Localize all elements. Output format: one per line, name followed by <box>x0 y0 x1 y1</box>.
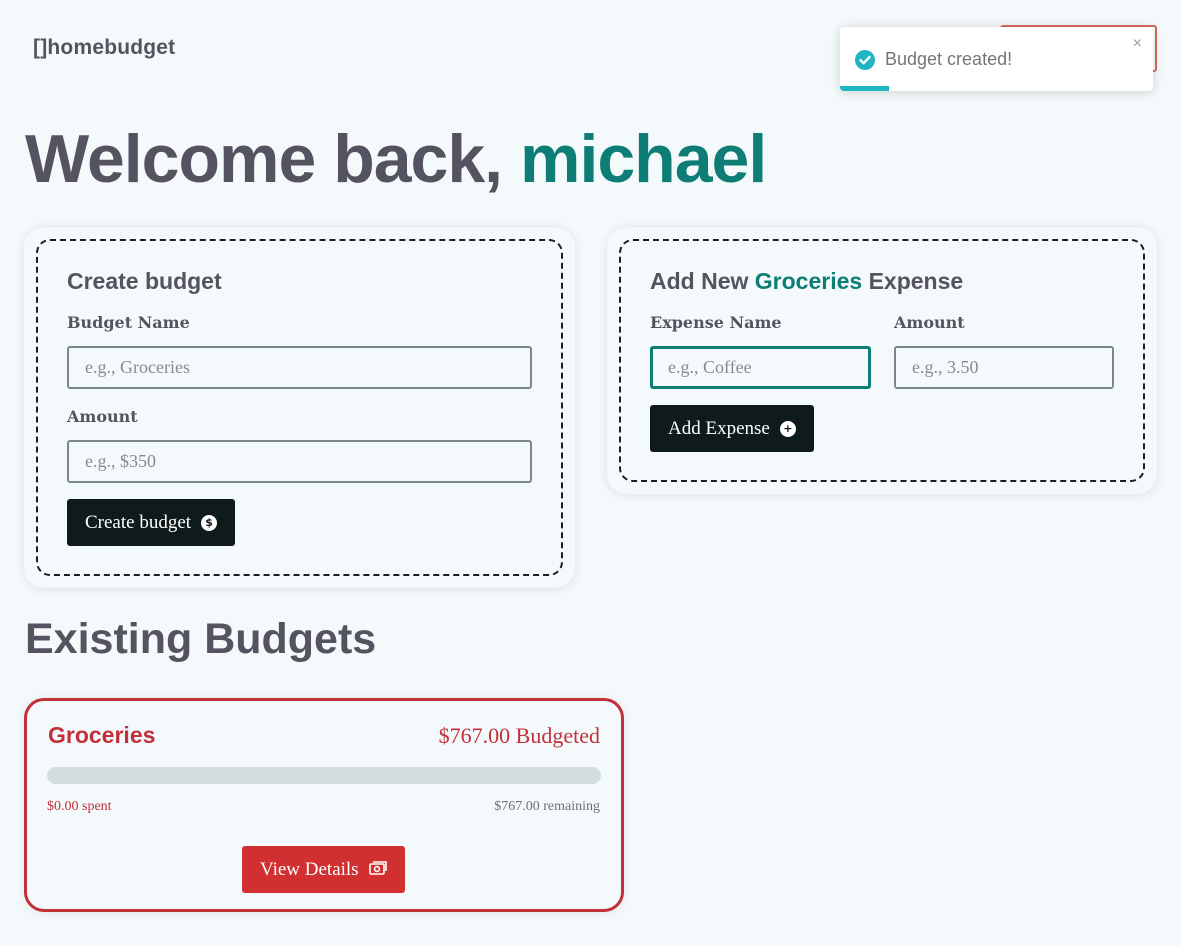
budget-amount-label: Amount <box>67 407 138 426</box>
toast-progress-bar <box>840 86 889 91</box>
toast-notification: Budget created! × <box>840 27 1153 91</box>
view-details-button-label: View Details <box>260 858 359 880</box>
budget-card-groceries: Groceries $767.00 Budgeted $0.00 spent $… <box>24 698 624 912</box>
username: michael <box>519 121 767 197</box>
toast-message: Budget created! <box>885 49 1013 69</box>
add-expense-button-label: Add Expense <box>668 417 770 439</box>
app-logo[interactable]: []homebudget <box>33 36 175 60</box>
view-details-button[interactable]: View Details <box>242 846 405 893</box>
add-expense-button[interactable]: Add Expense + <box>650 405 814 452</box>
budget-remaining: $767.00 remaining <box>494 799 600 814</box>
banknote-icon <box>368 859 387 881</box>
expense-name-label: Expense Name <box>650 313 782 332</box>
expense-amount-label: Amount <box>894 313 965 332</box>
create-budget-button-label: Create budget <box>85 511 192 533</box>
expense-name-input[interactable] <box>650 346 871 389</box>
check-circle-icon <box>855 50 875 70</box>
budget-amount-input[interactable] <box>67 440 532 483</box>
create-budget-title: Create budget <box>67 268 222 294</box>
existing-budgets-title: Existing Budgets <box>25 615 377 663</box>
add-expense-budget-name: Groceries <box>754 268 863 294</box>
budget-amount: $767.00 Budgeted <box>438 723 600 748</box>
add-expense-title: Add New Groceries Expense <box>650 268 963 295</box>
budget-name-label: Budget Name <box>67 313 190 332</box>
budget-name-input[interactable] <box>67 346 532 389</box>
page-title: Welcome back, michael <box>25 120 767 198</box>
add-expense-title-suffix: Expense <box>862 268 964 294</box>
add-expense-title-prefix: Add New <box>650 268 755 294</box>
expense-amount-input[interactable] <box>894 346 1114 389</box>
create-budget-card: Create budget Budget Name Amount Create … <box>24 227 575 588</box>
budget-progress-bar <box>47 767 601 784</box>
add-expense-form: Add New Groceries Expense Expense Name A… <box>619 239 1145 482</box>
plus-circle-icon: + <box>779 420 796 437</box>
add-expense-card: Add New Groceries Expense Expense Name A… <box>607 227 1157 494</box>
create-budget-button[interactable]: Create budget $ <box>67 499 236 546</box>
create-budget-form: Create budget Budget Name Amount Create … <box>36 239 563 576</box>
close-icon[interactable]: × <box>1133 35 1142 53</box>
budget-name: Groceries <box>48 722 156 748</box>
dollar-circle-icon: $ <box>201 514 218 531</box>
budget-spent: $0.00 spent <box>47 799 112 814</box>
welcome-prefix: Welcome back, <box>25 121 520 197</box>
